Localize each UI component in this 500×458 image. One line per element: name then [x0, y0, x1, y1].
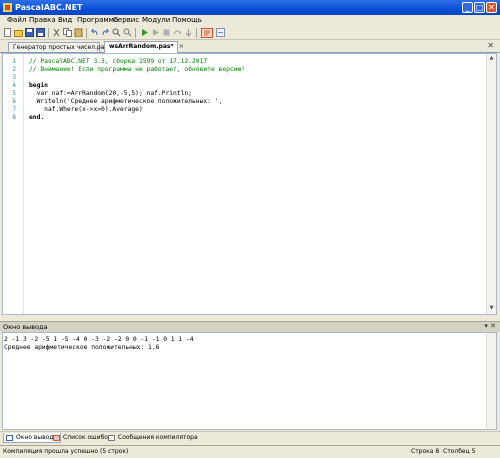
title-bar: PascalABC.NET _ □ ✕	[0, 0, 500, 15]
save-all-icon[interactable]	[36, 28, 45, 37]
output-panel-controls[interactable]: ▾ ✕	[484, 322, 496, 330]
toolbar-separator	[135, 28, 136, 38]
debug-run-icon[interactable]	[151, 28, 160, 37]
line-number: 2	[12, 66, 16, 73]
output-line-average: Среднее арифметическое положительных: 1.…	[4, 344, 160, 351]
document-tab-strip: Генератор простых чисел.pas wsArrRandom.…	[0, 40, 500, 53]
status-column: Столбец 5	[443, 448, 476, 455]
line-number: 5	[12, 90, 16, 97]
status-bar: Компиляция прошла успешно (5 строк) Стро…	[0, 445, 500, 458]
toolbar-separator	[86, 28, 87, 38]
close-window-button[interactable]: ✕	[486, 2, 497, 13]
step-into-icon[interactable]	[184, 28, 193, 37]
code-line-comment: // Внимание! Если программа не работает,…	[29, 66, 246, 73]
toolbar-separator	[196, 28, 197, 38]
menu-view[interactable]: Вид	[58, 16, 72, 24]
tab-label: wsArrRandom.pas*	[109, 43, 174, 50]
scroll-up-icon[interactable]: ▲	[488, 55, 495, 63]
line-number: 6	[12, 98, 16, 105]
menu-service[interactable]: Сервис	[113, 16, 139, 24]
find-icon[interactable]	[112, 28, 121, 37]
toolbar	[0, 26, 500, 40]
compiler-messages-icon	[108, 435, 115, 441]
pascalabc-app-icon	[3, 3, 12, 12]
tab-wsarrrandom[interactable]: wsArrRandom.pas* ×	[104, 41, 184, 53]
output-line-array: 2 -1 3 -2 -5 1 -5 -4 0 -3 -2 -2 0 0 -1 -…	[4, 336, 194, 343]
menu-bar: Файл Правка Вид Программа Сервис Модули …	[0, 15, 500, 26]
tab-label: Генератор простых чисел.pas	[13, 44, 108, 51]
menu-edit[interactable]: Правка	[29, 16, 56, 24]
code-line-end: end.	[29, 114, 45, 121]
error-list-icon	[53, 435, 60, 441]
code-line-var: var naf:=ArrRandom(20,-5,5); naf.Println…	[29, 90, 193, 97]
scroll-down-icon[interactable]: ▼	[488, 305, 495, 313]
auto-complete-icon[interactable]	[216, 28, 225, 37]
code-editor[interactable]: 1 2 3 4 5 6 7 8 // PascalABC.NET 3.3, сб…	[2, 53, 497, 315]
maximize-button[interactable]: □	[474, 2, 485, 13]
undo-icon[interactable]	[90, 28, 99, 37]
tab-prime-generator[interactable]: Генератор простых чисел.pas	[8, 42, 108, 52]
stop-icon[interactable]	[162, 28, 171, 37]
line-number: 3	[12, 74, 16, 81]
paste-icon[interactable]	[74, 28, 83, 37]
tab-label: Сообщения компилятора	[118, 434, 198, 441]
save-icon[interactable]	[25, 28, 34, 37]
line-number: 7	[12, 106, 16, 113]
code-line-writeln: Writeln('Среднее арифметическое положите…	[29, 98, 223, 105]
menu-modules[interactable]: Модули	[142, 16, 170, 24]
output-vertical-scrollbar[interactable]	[486, 333, 496, 429]
menu-file[interactable]: Файл	[7, 16, 26, 24]
open-folder-icon[interactable]	[14, 28, 23, 37]
bottom-panel-tabs: Окно вывода Список ошибок Сообщения комп…	[0, 431, 500, 445]
close-document-icon[interactable]: ✕	[487, 41, 494, 50]
code-line-where: naf.Where(x->x>0).Average)	[29, 106, 143, 113]
cut-icon[interactable]	[52, 28, 61, 37]
code-line-comment: // PascalABC.NET 3.3, сборка 1599 от 17.…	[29, 58, 208, 65]
replace-icon[interactable]	[123, 28, 132, 37]
menu-help[interactable]: Помощь	[172, 16, 202, 24]
output-panel-title: Окно вывода	[3, 323, 48, 331]
pin-icon[interactable]: ▾	[484, 322, 488, 330]
status-message: Компиляция прошла успешно (5 строк)	[3, 448, 129, 455]
code-line-begin: begin	[29, 82, 48, 89]
format-icon[interactable]	[201, 28, 213, 38]
status-row: Строка 8	[411, 448, 440, 455]
tab-compiler-messages[interactable]: Сообщения компилятора	[106, 433, 201, 443]
output-panel-header: Окно вывода ▾ ✕	[0, 321, 500, 332]
new-file-icon[interactable]	[3, 28, 12, 37]
output-window[interactable]: 2 -1 3 -2 -5 1 -5 -4 0 -3 -2 -2 0 0 -1 -…	[2, 332, 497, 430]
close-panel-icon[interactable]: ✕	[490, 322, 496, 330]
editor-vertical-scrollbar[interactable]: ▲ ▼	[486, 54, 496, 314]
output-window-icon	[6, 435, 13, 441]
close-tab-icon[interactable]: ×	[179, 43, 184, 50]
minimize-button[interactable]: _	[462, 2, 473, 13]
run-icon[interactable]	[140, 28, 149, 37]
tab-label: Список ошибок	[63, 434, 112, 441]
line-number: 1	[12, 58, 16, 65]
copy-icon[interactable]	[63, 28, 72, 37]
toolbar-separator	[48, 28, 49, 38]
redo-icon[interactable]	[101, 28, 110, 37]
line-number: 4	[12, 82, 16, 89]
step-over-icon[interactable]	[173, 28, 182, 37]
window-title: PascalABC.NET	[15, 3, 83, 12]
line-number: 8	[12, 114, 16, 121]
line-number-gutter: 1 2 3 4 5 6 7 8	[3, 54, 24, 314]
